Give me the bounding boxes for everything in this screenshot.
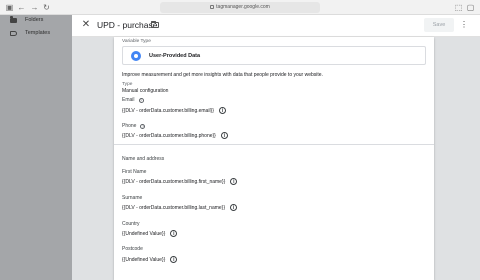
forward-arrow-icon[interactable]: → — [30, 3, 39, 12]
address-bar-url: tagmanager.google.com — [216, 4, 270, 10]
type-value: Manual configuration — [122, 88, 169, 94]
country-value: {{Undefined Value}} — [122, 230, 166, 237]
first-name-field[interactable]: {{DLV - orderData.customer.billing.first… — [122, 177, 238, 186]
close-icon[interactable]: ✕ — [80, 19, 92, 31]
name-address-heading: Name and address — [122, 156, 165, 162]
info-icon[interactable]: i — [230, 178, 238, 185]
phone-label-text: Phone — [122, 123, 137, 129]
info-icon[interactable]: i — [170, 230, 178, 237]
surname-value: {{DLV - orderData.customer.billing.last_… — [122, 204, 226, 211]
postcode-value: {{Undefined Value}} — [122, 256, 166, 263]
sidebar-toggle-icon[interactable]: ▣ — [5, 3, 14, 12]
share-icon[interactable]: ⬚ — [454, 3, 463, 12]
email-label-text: Email — [122, 97, 135, 103]
variable-type-selector[interactable]: User-Provided Data — [122, 46, 426, 65]
panel-header: ✕ UPD - purchase Save ⋮ — [72, 15, 480, 37]
sidebar-item-folders[interactable]: Folders — [10, 15, 43, 25]
country-label: Country — [122, 221, 140, 227]
browser-toolbar: ▣ ← → ↻ tagmanager.google.com ⬚ ▢ — [0, 0, 480, 15]
variable-type-name: User-Provided Data — [149, 53, 201, 59]
variable-editor-panel: ✕ UPD - purchase Save ⋮ Variable Type Us… — [72, 15, 480, 280]
reload-icon[interactable]: ↻ — [42, 3, 51, 12]
info-icon[interactable]: i — [218, 107, 226, 114]
save-button[interactable]: Save — [424, 18, 454, 32]
email-value: {{DLV - orderData.customer.billing.email… — [122, 107, 214, 114]
variable-description: Improve measurement and get more insight… — [122, 72, 323, 78]
variable-type-label: Variable Type — [122, 39, 151, 44]
postcode-label: Postcode — [122, 246, 143, 252]
folder-icon[interactable] — [151, 20, 159, 28]
back-arrow-icon[interactable]: ← — [17, 3, 26, 12]
postcode-field[interactable]: {{Undefined Value}} i — [122, 255, 178, 264]
folder-icon — [10, 16, 17, 23]
type-heading: Type — [122, 82, 133, 87]
workspace-sidebar: Folders Templates — [0, 15, 72, 280]
info-icon[interactable]: i — [220, 132, 228, 139]
phone-label: Phone ? — [122, 123, 146, 129]
info-icon[interactable]: i — [230, 204, 238, 211]
first-name-label: First Name — [122, 169, 147, 175]
first-name-value: {{DLV - orderData.customer.billing.first… — [122, 178, 226, 185]
section-divider — [114, 144, 434, 145]
email-label: Email ? — [122, 97, 144, 103]
address-bar[interactable]: tagmanager.google.com — [160, 2, 320, 13]
tabs-overview-icon[interactable]: ▢ — [466, 3, 475, 12]
tag-icon — [10, 30, 17, 36]
sidebar-item-label: Templates — [25, 30, 51, 36]
email-field[interactable]: {{DLV - orderData.customer.billing.email… — [122, 106, 226, 115]
info-icon[interactable]: i — [170, 256, 178, 263]
lock-icon — [210, 4, 215, 9]
variable-configuration-card: Variable Type User-Provided Data Improve… — [114, 37, 434, 280]
phone-field[interactable]: {{DLV - orderData.customer.billing.phone… — [122, 131, 228, 140]
variable-name[interactable]: UPD - purchase — [97, 20, 157, 30]
sidebar-item-templates[interactable]: Templates — [10, 28, 50, 38]
phone-value: {{DLV - orderData.customer.billing.phone… — [122, 132, 216, 139]
country-field[interactable]: {{Undefined Value}} i — [122, 229, 178, 238]
sidebar-item-label: Folders — [25, 17, 44, 23]
surname-label: Surname — [122, 195, 143, 201]
help-icon[interactable]: ? — [138, 97, 144, 103]
user-provided-data-icon — [131, 51, 141, 61]
help-icon[interactable]: ? — [140, 123, 146, 129]
more-options-icon[interactable]: ⋮ — [460, 19, 468, 31]
surname-field[interactable]: {{DLV - orderData.customer.billing.last_… — [122, 203, 238, 212]
